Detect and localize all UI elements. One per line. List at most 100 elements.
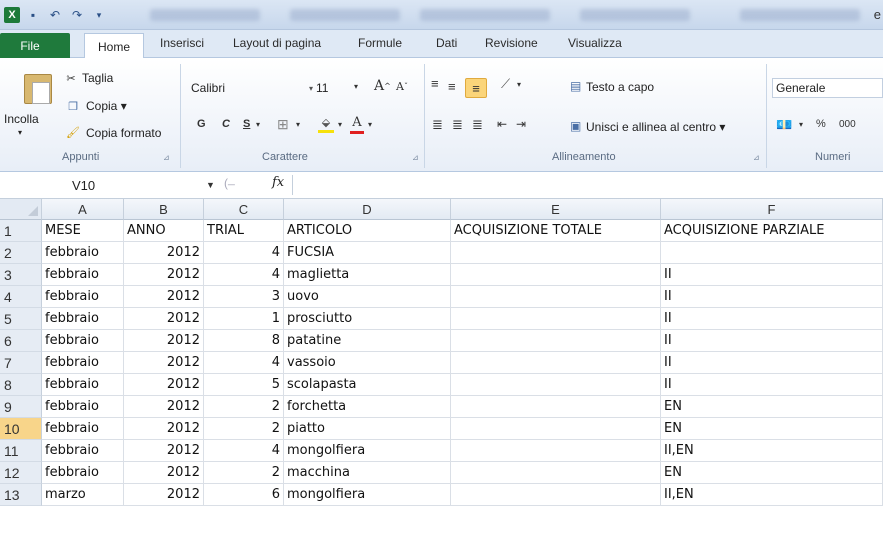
cell-d3[interactable]: maglietta: [284, 264, 451, 286]
cell-e4[interactable]: [451, 286, 661, 308]
copy-icon[interactable]: ❐: [66, 99, 80, 113]
cell-d1[interactable]: ARTICOLO: [284, 220, 451, 242]
cell-d13[interactable]: mongolfiera: [284, 484, 451, 506]
row-header[interactable]: 8: [0, 374, 42, 396]
row-header[interactable]: 12: [0, 462, 42, 484]
cell-c3[interactable]: 4: [204, 264, 284, 286]
column-header-c[interactable]: C: [204, 199, 284, 220]
excel-icon[interactable]: X: [4, 7, 20, 23]
orientation-dropdown-icon[interactable]: ▾: [517, 80, 521, 89]
formula-input[interactable]: [292, 175, 883, 195]
cell-f6[interactable]: II: [661, 330, 883, 352]
cell-d5[interactable]: prosciutto: [284, 308, 451, 330]
tab-data[interactable]: Dati: [436, 36, 457, 50]
accounting-dropdown-icon[interactable]: ▾: [799, 120, 803, 129]
increase-indent-icon[interactable]: ⇥: [516, 117, 526, 131]
cell-b8[interactable]: 2012: [124, 374, 204, 396]
cell-b5[interactable]: 2012: [124, 308, 204, 330]
cell-b10[interactable]: 2012: [124, 418, 204, 440]
row-header[interactable]: 3: [0, 264, 42, 286]
tab-view[interactable]: Visualizza: [568, 36, 622, 50]
cell-d12[interactable]: macchina: [284, 462, 451, 484]
column-header-a[interactable]: A: [42, 199, 124, 220]
select-all-corner[interactable]: [0, 199, 42, 220]
accounting-format-icon[interactable]: 💶: [776, 117, 792, 133]
shrink-font-icon[interactable]: Aˇ: [396, 80, 408, 93]
align-right-icon[interactable]: ≣: [472, 117, 483, 133]
decrease-indent-icon[interactable]: ⇤: [497, 117, 507, 131]
cell-a2[interactable]: febbraio: [42, 242, 124, 264]
cell-d7[interactable]: vassoio: [284, 352, 451, 374]
tab-page-layout[interactable]: Layout di pagina: [233, 36, 321, 50]
cell-a4[interactable]: febbraio: [42, 286, 124, 308]
cell-a5[interactable]: febbraio: [42, 308, 124, 330]
cell-b3[interactable]: 2012: [124, 264, 204, 286]
underline-dropdown-icon[interactable]: ▾: [256, 120, 260, 129]
cell-b13[interactable]: 2012: [124, 484, 204, 506]
customize-qat-icon[interactable]: ▾: [90, 6, 108, 24]
column-header-f[interactable]: F: [661, 199, 883, 220]
tab-review[interactable]: Revisione: [485, 36, 538, 50]
undo-icon[interactable]: ↶: [46, 6, 64, 24]
cell-d2[interactable]: FUCSIA: [284, 242, 451, 264]
thousands-separator-button[interactable]: 000: [839, 119, 856, 130]
font-size-dropdown[interactable]: ▾ 11: [305, 78, 347, 98]
paste-dropdown-icon[interactable]: ▾: [18, 128, 22, 137]
cell-b2[interactable]: 2012: [124, 242, 204, 264]
row-header[interactable]: 10: [0, 418, 42, 440]
cell-d4[interactable]: uovo: [284, 286, 451, 308]
cell-c4[interactable]: 3: [204, 286, 284, 308]
cell-e6[interactable]: [451, 330, 661, 352]
name-box[interactable]: V10: [44, 175, 222, 195]
font-color-dropdown-icon[interactable]: ▾: [368, 120, 372, 129]
cell-e13[interactable]: [451, 484, 661, 506]
cell-a3[interactable]: febbraio: [42, 264, 124, 286]
cell-a11[interactable]: febbraio: [42, 440, 124, 462]
row-header[interactable]: 2: [0, 242, 42, 264]
format-painter-icon[interactable]: 🖌: [64, 125, 82, 139]
align-top-icon[interactable]: ≡: [431, 76, 439, 91]
row-header[interactable]: 4: [0, 286, 42, 308]
align-left-icon[interactable]: ≣: [432, 117, 443, 133]
cell-c7[interactable]: 4: [204, 352, 284, 374]
row-header[interactable]: 7: [0, 352, 42, 374]
cell-e12[interactable]: [451, 462, 661, 484]
font-size-arrow-icon[interactable]: ▾: [354, 82, 358, 91]
insert-function-button[interactable]: fx: [272, 175, 284, 190]
row-header[interactable]: 1: [0, 220, 42, 242]
cell-b1[interactable]: ANNO: [124, 220, 204, 242]
cell-f8[interactable]: II: [661, 374, 883, 396]
tab-file[interactable]: File: [0, 33, 70, 58]
align-middle-icon[interactable]: ≡: [448, 79, 456, 94]
italic-button[interactable]: C: [222, 118, 230, 130]
redo-icon[interactable]: ↷: [68, 6, 86, 24]
cell-a10[interactable]: febbraio: [42, 418, 124, 440]
percent-button[interactable]: %: [816, 118, 826, 130]
cell-a12[interactable]: febbraio: [42, 462, 124, 484]
cell-d6[interactable]: patatine: [284, 330, 451, 352]
cell-f3[interactable]: II: [661, 264, 883, 286]
cell-e5[interactable]: [451, 308, 661, 330]
cell-e7[interactable]: [451, 352, 661, 374]
cell-a1[interactable]: MESE: [42, 220, 124, 242]
cell-e3[interactable]: [451, 264, 661, 286]
paste-icon[interactable]: [24, 74, 52, 104]
cell-a7[interactable]: febbraio: [42, 352, 124, 374]
cell-e10[interactable]: [451, 418, 661, 440]
cell-f10[interactable]: EN: [661, 418, 883, 440]
paste-button[interactable]: Incolla: [4, 112, 39, 126]
cell-f7[interactable]: II: [661, 352, 883, 374]
cell-c13[interactable]: 6: [204, 484, 284, 506]
cell-b11[interactable]: 2012: [124, 440, 204, 462]
cell-e8[interactable]: [451, 374, 661, 396]
clipboard-launcher-icon[interactable]: ⊿: [163, 153, 170, 162]
borders-dropdown-icon[interactable]: ▾: [296, 120, 300, 129]
cell-c12[interactable]: 2: [204, 462, 284, 484]
row-header[interactable]: 9: [0, 396, 42, 418]
cell-c10[interactable]: 2: [204, 418, 284, 440]
align-center-icon[interactable]: ≣: [452, 117, 463, 133]
number-format-dropdown[interactable]: Generale: [772, 78, 883, 98]
cell-f5[interactable]: II: [661, 308, 883, 330]
cell-f9[interactable]: EN: [661, 396, 883, 418]
underline-button[interactable]: S: [243, 118, 250, 130]
